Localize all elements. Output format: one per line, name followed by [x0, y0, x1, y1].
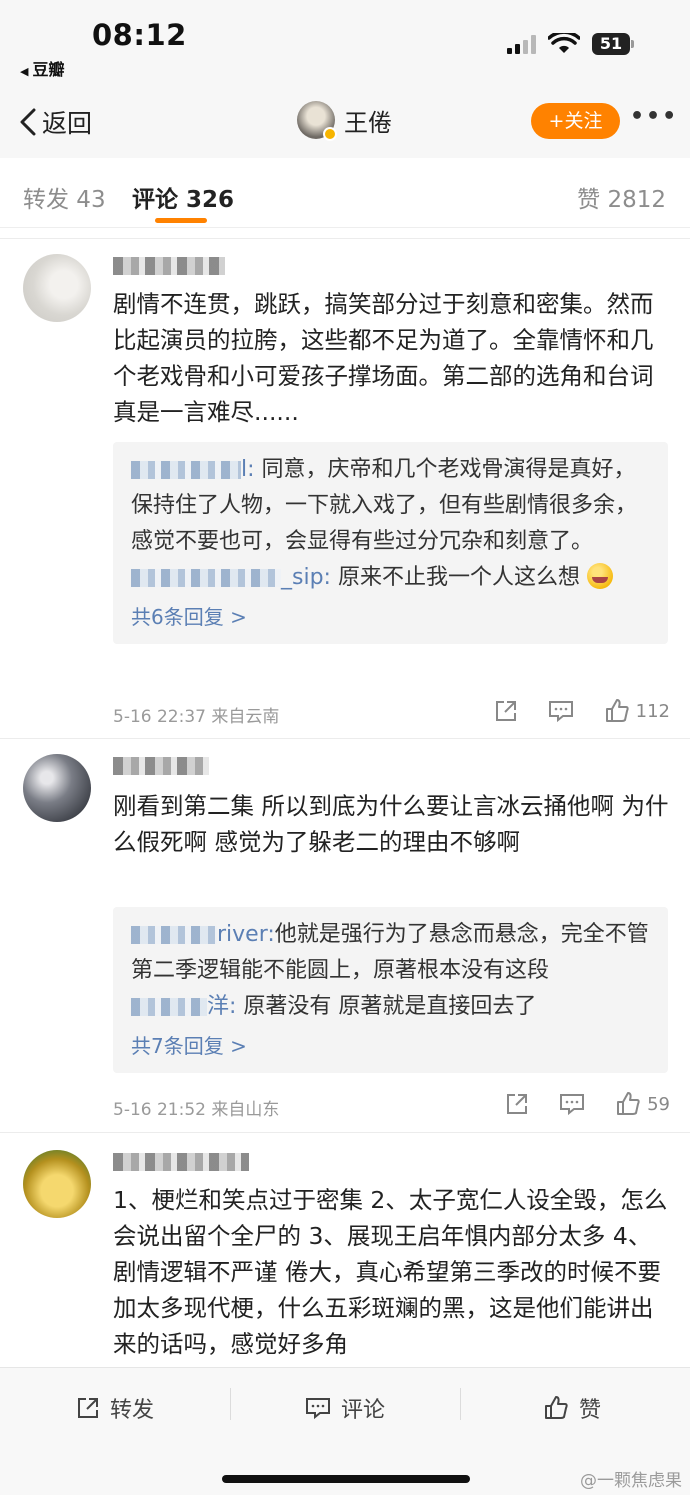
divider	[0, 738, 690, 739]
wifi-icon	[548, 33, 580, 53]
reply-username[interactable]: 洋:	[131, 994, 236, 1019]
comment-icon	[306, 1398, 330, 1420]
author-name[interactable]: 王倦	[344, 103, 392, 138]
reply-item: l: 同意，庆帝和几个老戏骨演得是真好，保持住了人物，一下就入戏了，但有些剧情很…	[131, 452, 650, 560]
back-label: 返回	[42, 109, 93, 138]
like-post-button[interactable]: 赞	[543, 1392, 601, 1424]
share-icon	[495, 701, 516, 721]
comment-username-redacted[interactable]	[113, 1150, 249, 1172]
tab-like[interactable]: 赞 2812	[577, 180, 666, 214]
comment-label: 评论	[341, 1398, 386, 1423]
thumbs-up-icon	[617, 1092, 640, 1115]
status-time: 08:12	[92, 18, 187, 52]
like-count: 59	[647, 1093, 670, 1115]
bottom-action-bar: 转发 评论 赞 @一颗焦虑果	[0, 1367, 690, 1495]
avatar[interactable]	[23, 1150, 91, 1218]
comment-username-redacted[interactable]	[113, 254, 225, 276]
share-button[interactable]	[505, 1092, 529, 1116]
status-bar: 08:12 ◀ 豆瓣 51	[0, 0, 690, 90]
like-label: 赞	[579, 1398, 602, 1423]
comment-text: 刚看到第二集 所以到底为什么要让言冰云捅他啊 为什么假死啊 感觉为了躲老二的理由…	[113, 792, 669, 856]
reply-button[interactable]	[559, 1092, 585, 1116]
reply-box[interactable]: river:他就是强行为了悬念而悬念，完全不管第二季逻辑能不能圆上，原著根本没有…	[113, 907, 668, 1073]
comment-meta: 5-16 22:37 来自云南	[113, 707, 280, 727]
reply-item: _sip: 原来不止我一个人这么想	[131, 560, 650, 596]
tab-repost[interactable]: 转发 43	[23, 180, 106, 214]
comment-meta: 5-16 21:52 来自山东	[113, 1100, 280, 1120]
reply-username-tail: _sip:	[281, 565, 331, 590]
back-triangle-icon: ◀	[20, 65, 29, 78]
avatar[interactable]	[23, 254, 91, 322]
view-more-replies-link[interactable]: 共7条回复 >	[131, 1029, 650, 1063]
cellular-signal-icon	[507, 34, 536, 54]
home-indicator[interactable]	[222, 1475, 470, 1483]
tab-bar: 转发 43 评论 326 赞 2812	[0, 158, 690, 228]
back-app-label: 豆瓣	[32, 60, 65, 79]
share-icon	[507, 1094, 528, 1114]
comment-actions: 59	[475, 1091, 670, 1117]
follow-button[interactable]: +关注	[531, 103, 620, 139]
watermark: @一颗焦虑果	[580, 1471, 682, 1491]
back-button[interactable]: 返回	[18, 104, 92, 140]
divider	[460, 1388, 461, 1420]
reply-username[interactable]: _sip:	[131, 565, 331, 590]
repost-button[interactable]: 转发	[76, 1392, 154, 1424]
reply-item: river:他就是强行为了悬念而悬念，完全不管第二季逻辑能不能圆上，原著根本没有…	[131, 917, 650, 989]
reply-text: 原来不止我一个人这么想	[337, 565, 580, 590]
verified-badge-icon	[323, 127, 337, 141]
chevron-left-icon	[20, 108, 36, 136]
comment-icon	[548, 701, 573, 723]
battery-icon: 51	[592, 33, 634, 55]
repost-label: 转发	[110, 1398, 155, 1423]
tab-active-indicator	[155, 218, 207, 223]
comment-username-redacted[interactable]	[113, 754, 209, 776]
thumbs-up-icon	[545, 1396, 568, 1419]
comment-actions: 112	[464, 698, 670, 724]
laugh-cry-emoji-icon	[586, 563, 613, 589]
nav-user[interactable]: 王倦	[297, 101, 392, 141]
comment-icon	[560, 1094, 585, 1116]
thumbs-up-icon	[605, 699, 629, 722]
reply-username[interactable]: l:	[131, 457, 255, 482]
avatar[interactable]	[23, 754, 91, 822]
divider	[0, 238, 690, 239]
reply-username-tail: river:	[217, 922, 275, 947]
reply-item: 洋: 原著没有 原著就是直接回去了	[131, 989, 650, 1025]
comment-button[interactable]: 评论	[305, 1392, 385, 1424]
share-icon	[78, 1398, 98, 1418]
like-button[interactable]: 59	[615, 1091, 670, 1117]
more-options-icon[interactable]: •••	[630, 104, 678, 129]
tab-comment[interactable]: 评论 326	[132, 180, 234, 214]
view-more-replies-link[interactable]: 共6条回复 >	[131, 600, 650, 634]
like-count: 112	[635, 700, 670, 722]
reply-text: 原著没有 原著就是直接回去了	[243, 994, 537, 1019]
reply-username-tail: l:	[241, 457, 255, 482]
share-button[interactable]	[494, 699, 518, 723]
nav-bar: 返回 王倦 +关注 •••	[0, 90, 690, 158]
like-button[interactable]: 112	[604, 698, 670, 724]
status-indicators: 51	[507, 33, 634, 55]
status-back-app[interactable]: ◀ 豆瓣	[20, 56, 64, 80]
reply-username[interactable]: river:	[131, 922, 275, 947]
divider	[230, 1388, 231, 1420]
comment-text: 1、梗烂和笑点过于密集 2、太子宽仁人设全毁，怎么会说出留个全尸的 3、展现王启…	[113, 1186, 668, 1358]
reply-button[interactable]	[548, 699, 574, 723]
divider	[0, 1132, 690, 1133]
reply-username-tail: 洋:	[207, 994, 237, 1019]
reply-box[interactable]: l: 同意，庆帝和几个老戏骨演得是真好，保持住了人物，一下就入戏了，但有些剧情很…	[113, 442, 668, 644]
comment-text: 剧情不连贯，跳跃，搞笑部分过于刻意和密集。然而比起演员的拉胯，这些都不足为道了。…	[113, 290, 654, 426]
author-avatar[interactable]	[297, 101, 337, 141]
